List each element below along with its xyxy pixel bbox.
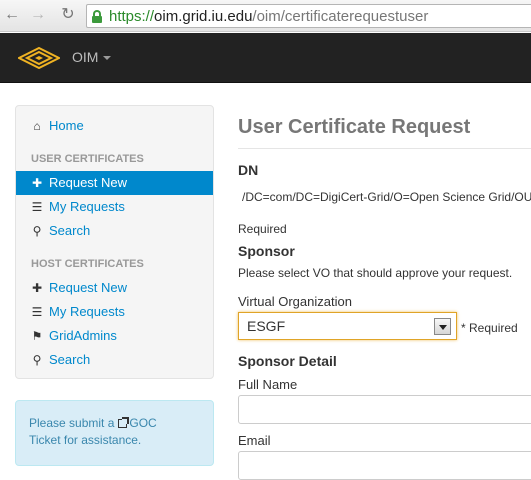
vo-select-value: ESGF [247, 318, 286, 334]
vo-select[interactable]: ESGF [238, 312, 457, 340]
required-text: Required [238, 222, 287, 236]
sidebar-item-label: Home [49, 118, 84, 133]
brand-dropdown[interactable]: OIM [72, 49, 112, 65]
goc-ticket-link[interactable]: GOC [129, 416, 156, 430]
sidebar-item-label: My Requests [49, 199, 125, 214]
url-scheme: https:// [109, 8, 155, 25]
host-certificates-header: HOST CERTIFICATES [31, 258, 144, 270]
back-arrow-icon[interactable]: ← [2, 5, 22, 25]
sidebar-item-label: GridAdmins [49, 328, 117, 343]
help-info-box: Please submit a GOC Ticket for assistance… [15, 400, 214, 466]
caret-down-icon [103, 56, 112, 61]
plus-icon: ✚ [31, 281, 43, 295]
reload-icon[interactable]: ↻ [58, 5, 78, 25]
home-icon: ⌂ [33, 119, 41, 133]
list-icon: ☰ [31, 200, 43, 214]
full-name-input[interactable] [238, 395, 531, 424]
sidebar-item-host-request-new[interactable]: ✚ Request New [16, 276, 213, 300]
user-certificates-header: USER CERTIFICATES [31, 153, 144, 165]
plus-icon: ✚ [31, 176, 43, 190]
email-label: Email [238, 433, 271, 448]
url-path: /oim/certificaterequestuser [252, 8, 429, 25]
search-icon: ⚲ [32, 353, 42, 367]
sidebar-item-host-my-requests[interactable]: ☰ My Requests [16, 300, 213, 324]
brand-label: OIM [72, 49, 99, 65]
title-divider [238, 148, 531, 149]
flag-icon: ⚑ [31, 329, 43, 343]
sidebar-item-host-gridadmins[interactable]: ⚑ GridAdmins [16, 324, 213, 348]
vo-required-note: * Required [461, 321, 518, 335]
sidebar-item-user-search[interactable]: ⚲ Search [16, 219, 213, 243]
sponsor-label: Sponsor [238, 243, 295, 259]
dn-value: /DC=com/DC=DigiCert-Grid/O=Open Science … [242, 190, 531, 204]
dn-label: DN [238, 162, 259, 178]
sidebar-item-user-request-new[interactable]: ✚ Request New [16, 171, 213, 195]
address-bar[interactable]: https://oim.grid.iu.edu/oim/certificater… [86, 4, 531, 28]
full-name-label: Full Name [238, 377, 298, 392]
lock-icon [92, 10, 102, 23]
sidebar-item-host-search[interactable]: ⚲ Search [16, 348, 213, 372]
vo-label: Virtual Organization [238, 294, 352, 309]
sponsor-help-text: Please select VO that should approve you… [238, 266, 513, 280]
info-prefix: Please submit a [29, 416, 115, 430]
browser-toolbar: ← → ↻ https://oim.grid.iu.edu/oim/certif… [0, 0, 531, 32]
sidebar-item-label: Search [49, 352, 91, 367]
email-input[interactable] [238, 451, 531, 480]
external-link-icon [118, 417, 130, 428]
search-icon: ⚲ [32, 224, 42, 238]
sidebar-item-user-my-requests[interactable]: ☰ My Requests [16, 195, 213, 219]
page-title: User Certificate Request [238, 116, 471, 138]
sponsor-detail-label: Sponsor Detail [238, 353, 337, 369]
sidebar-item-label: My Requests [49, 304, 125, 319]
sidebar-item-label: Search [49, 223, 91, 238]
dropdown-arrow-icon[interactable] [434, 318, 451, 335]
url-text: https://oim.grid.iu.edu/oim/certificater… [109, 8, 428, 25]
url-host: oim.grid.iu.edu [154, 8, 253, 25]
oim-logo-icon[interactable] [18, 47, 60, 69]
info-suffix: Ticket for assistance. [29, 433, 142, 447]
top-navbar: OIM [0, 33, 531, 83]
list-icon: ☰ [31, 305, 43, 319]
forward-arrow-icon[interactable]: → [28, 5, 48, 25]
sidebar-item-label: Request New [49, 175, 128, 190]
sidebar-item-home[interactable]: ⌂ Home [16, 114, 213, 138]
sidebar-nav: ⌂ Home USER CERTIFICATES ✚ Request New ☰ My… [15, 105, 214, 379]
sidebar-item-label: Request New [49, 280, 128, 295]
